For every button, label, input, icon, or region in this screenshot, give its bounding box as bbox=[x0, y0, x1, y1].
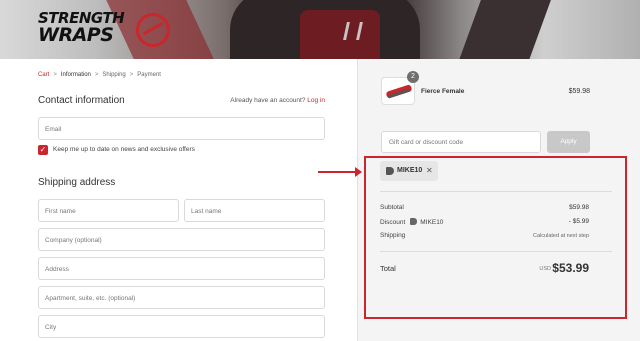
divider bbox=[380, 251, 612, 252]
apply-button[interactable]: Apply bbox=[547, 131, 590, 153]
apartment-field[interactable]: Apartment, suite, etc. (optional) bbox=[38, 286, 325, 309]
brand-logo-line2: WRAPS bbox=[38, 24, 114, 46]
city-field[interactable]: City bbox=[38, 315, 325, 338]
breadcrumb-payment: Payment bbox=[137, 72, 161, 78]
chevron-right-icon: > bbox=[53, 72, 57, 78]
breadcrumb: Cart > Information > Shipping > Payment bbox=[38, 72, 161, 78]
quantity-badge: 2 bbox=[407, 71, 419, 83]
login-link[interactable]: Log in bbox=[307, 97, 325, 104]
checkmark-icon: ✓ bbox=[39, 145, 47, 154]
contact-information-heading: Contact information bbox=[38, 95, 125, 106]
product-price: $59.98 bbox=[568, 88, 590, 95]
currency-label: USD bbox=[539, 266, 551, 272]
brand-emblem-icon bbox=[136, 13, 170, 47]
discount-value: - $5.99 bbox=[568, 218, 589, 225]
brand-logo[interactable]: STRENGTH WRAPS bbox=[38, 9, 178, 47]
shipping-label: Shipping bbox=[380, 232, 406, 239]
chevron-right-icon: > bbox=[129, 72, 134, 78]
breadcrumb-information: Information bbox=[60, 72, 91, 78]
last-name-field[interactable]: Last name bbox=[184, 199, 325, 222]
checkout-form: Cart > Information > Shipping > Payment Contac… bbox=[0, 59, 357, 341]
discount-code-input[interactable]: Gift card or discount code bbox=[381, 131, 541, 153]
total-label: Total bbox=[380, 264, 396, 273]
breadcrumb-shipping: Shipping bbox=[102, 72, 126, 78]
company-field[interactable]: Company (optional) bbox=[38, 228, 325, 251]
subtotal-value: $59.98 bbox=[569, 204, 589, 211]
breadcrumb-cart[interactable]: Cart bbox=[38, 72, 49, 78]
account-prompt-text: Already have an account? bbox=[230, 97, 306, 104]
subtotal-label: Subtotal bbox=[380, 204, 404, 211]
newsletter-checkbox[interactable]: ✓ bbox=[38, 145, 48, 155]
discount-tag-icon bbox=[386, 167, 394, 175]
discount-tag: MIKE10 ✕ bbox=[380, 161, 438, 181]
discount-tag-icon bbox=[410, 218, 418, 225]
account-prompt: Already have an account? Log in bbox=[230, 97, 325, 104]
annotation-arrow bbox=[318, 167, 362, 177]
total-value: $53.99 bbox=[552, 261, 589, 275]
first-name-field[interactable]: First name bbox=[38, 199, 179, 222]
newsletter-label: Keep me up to date on news and exclusive… bbox=[53, 146, 195, 153]
shipping-value: Calculated at next step bbox=[533, 233, 589, 239]
discount-label: Discount bbox=[380, 219, 406, 226]
hero-banner: STRENGTH WRAPS bbox=[0, 0, 640, 59]
product-name: Fierce Female bbox=[421, 88, 465, 95]
shipping-address-heading: Shipping address bbox=[38, 177, 116, 188]
email-field[interactable]: Email bbox=[38, 117, 325, 140]
address-field[interactable]: Address bbox=[38, 257, 325, 280]
discount-code: MIKE10 bbox=[420, 219, 444, 226]
chevron-right-icon: > bbox=[94, 72, 99, 78]
discount-row: Discount MIKE10 bbox=[380, 218, 443, 226]
divider bbox=[380, 191, 612, 192]
discount-tag-code: MIKE10 bbox=[397, 167, 423, 174]
close-icon[interactable]: ✕ bbox=[426, 166, 433, 175]
